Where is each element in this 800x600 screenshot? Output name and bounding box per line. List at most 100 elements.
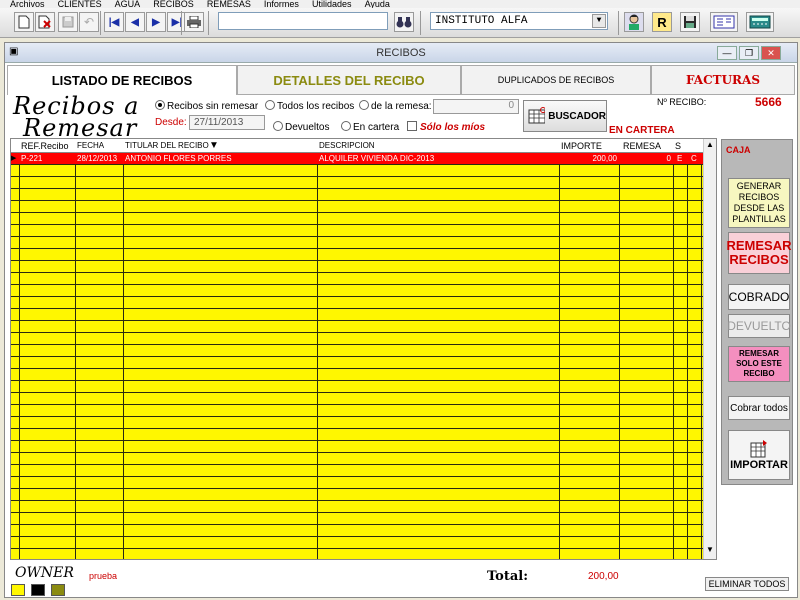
window-titlebar: ▣ RECIBOS — ❐ ✕ [5, 43, 797, 63]
recibos-grid: REF.Recibo FECHA TITULAR DEL RECIBO ▼ DE… [10, 138, 717, 560]
grid-rows[interactable] [11, 153, 703, 559]
importar-button[interactable]: IMPORTAR [728, 430, 790, 480]
grid-header: REF.Recibo FECHA TITULAR DEL RECIBO ▼ DE… [11, 139, 703, 153]
binoculars-icon[interactable] [394, 12, 414, 32]
cell-e[interactable]: E [677, 154, 682, 163]
tab-detalles-recibo[interactable]: DETALLES DEL RECIBO [237, 65, 461, 95]
print-icon[interactable] [184, 12, 204, 32]
radio-icon-checked[interactable] [155, 100, 165, 110]
color-swatch-olive[interactable] [51, 584, 65, 596]
radio-icon[interactable] [359, 100, 369, 110]
remesar-recibos-button[interactable]: REMESAR RECIBOS [727, 232, 792, 274]
new-document-icon[interactable] [14, 12, 34, 32]
total-value: 200,00 [588, 571, 619, 582]
next-record-icon[interactable]: ▶ [146, 12, 166, 32]
col-fecha[interactable]: FECHA [77, 141, 104, 150]
col-titular[interactable]: TITULAR DEL RECIBO [125, 141, 209, 150]
generar-recibos-button[interactable]: GENERAR RECIBOS DESDE LAS PLANTILLAS [728, 178, 790, 228]
remesar-solo-este-button[interactable]: REMESAR SOLO ESTE RECIBO [728, 346, 790, 382]
menu-informes[interactable]: Informes [264, 0, 299, 8]
total-label: Total: [487, 569, 529, 584]
radio-todos[interactable]: Todos los recibos [265, 100, 354, 112]
radio-icon[interactable] [273, 121, 283, 131]
radio-devueltos-label: Devueltos [285, 122, 330, 133]
tab-duplicados[interactable]: DUPLICADOS DE RECIBOS [461, 65, 651, 95]
cobrar-todos-button[interactable]: Cobrar todos [728, 396, 790, 420]
save-disk-icon[interactable] [680, 12, 700, 32]
menu-utilidades[interactable]: Utilidades [312, 0, 352, 8]
status-en-cartera: EN CARTERA [609, 125, 675, 136]
cobrado-button[interactable]: COBRADO [728, 284, 790, 310]
recibo-number-label: Nº RECIBO: [657, 97, 707, 107]
delete-document-icon[interactable] [35, 12, 55, 32]
chevron-down-icon[interactable]: ▼ [592, 14, 606, 28]
col-remesa[interactable]: REMESA [623, 141, 661, 151]
radio-de-la-remesa-label: de la remesa: [371, 101, 432, 112]
cell-importe[interactable]: 200,00 [561, 154, 617, 163]
radio-devueltos[interactable]: Devueltos [273, 121, 329, 133]
cell-remesa[interactable]: 0 [621, 154, 671, 163]
radio-de-la-remesa[interactable]: de la remesa: [359, 100, 432, 112]
remesa-number-field[interactable]: 0 [433, 99, 519, 114]
row-pointer-icon: ▶ [11, 155, 17, 162]
recibo-number-value: 5666 [755, 95, 782, 109]
scroll-down-icon[interactable]: ▼ [706, 545, 714, 554]
color-swatch-black[interactable] [31, 584, 45, 596]
cell-c[interactable]: C [691, 154, 697, 163]
eliminar-todos-button[interactable]: ELIMINAR TODOS [705, 577, 789, 591]
company-select[interactable]: INSTITUTO ALFA ▼ [430, 12, 608, 30]
previous-record-icon[interactable]: ◀ [125, 12, 145, 32]
undo-icon[interactable]: ↶ [79, 12, 99, 32]
menu-recibos[interactable]: RECIBOS [153, 0, 194, 8]
save-icon[interactable] [58, 12, 78, 32]
import-icon [750, 440, 767, 458]
checkbox-icon[interactable] [407, 121, 417, 131]
minimize-icon[interactable]: — [717, 46, 737, 60]
scroll-up-icon[interactable]: ▲ [706, 140, 714, 149]
radio-sin-remesar-label: Recibos sin remesar [167, 101, 259, 112]
sort-desc-icon[interactable]: ▼ [209, 140, 219, 151]
caja-label: CAJA [726, 145, 751, 155]
col-ref[interactable]: REF.Recibo [21, 141, 69, 151]
owner-label: OWNER [15, 565, 74, 581]
col-descripcion[interactable]: DESCRIPCION [319, 141, 375, 150]
menu-remesas[interactable]: REMESAS [207, 0, 251, 8]
table-search-icon [528, 107, 546, 124]
cell-descripcion[interactable]: ALQUILER VIVIENDA DIC-2013 [319, 154, 434, 163]
user-avatar-icon[interactable] [624, 12, 644, 32]
close-icon[interactable]: ✕ [761, 46, 781, 60]
table-row[interactable]: ▶ P-221 28/12/2013 ANTONIO FLORES PORRES… [11, 153, 703, 164]
calculator-icon[interactable] [746, 12, 774, 32]
radio-icon[interactable] [265, 100, 275, 110]
first-record-icon[interactable]: |◀ [104, 12, 124, 32]
col-s[interactable]: S [675, 141, 681, 151]
radio-icon[interactable] [341, 121, 351, 131]
grid-scrollbar[interactable]: ▲ ▼ [703, 139, 716, 559]
buscador-label: BUSCADOR [548, 110, 606, 122]
toolbar-search-input[interactable] [218, 12, 388, 30]
window-title: RECIBOS [376, 47, 426, 59]
company-select-value: INSTITUTO ALFA [435, 15, 528, 27]
menu-ayuda[interactable]: Ayuda [365, 0, 390, 8]
side-panel: CAJA GENERAR RECIBOS DESDE LAS PLANTILLA… [721, 139, 793, 485]
color-swatch-yellow[interactable] [11, 584, 25, 596]
menu-agua[interactable]: AGUA [115, 0, 141, 8]
desde-date-field[interactable]: 27/11/2013 [189, 115, 265, 130]
tab-listado-recibos[interactable]: LISTADO DE RECIBOS [7, 65, 237, 95]
menu-clientes[interactable]: CLIENTES [58, 0, 102, 8]
restore-icon[interactable]: ❐ [739, 46, 759, 60]
document-list-icon[interactable] [710, 12, 738, 32]
menu-archivos[interactable]: Archivos [10, 0, 45, 8]
buscador-button[interactable]: BUSCADOR [523, 100, 607, 132]
cell-ref[interactable]: P-221 [21, 154, 42, 163]
radio-sin-remesar[interactable]: Recibos sin remesar [155, 100, 258, 112]
page-logo: Recibos a Remesar [13, 94, 139, 140]
devuelto-button[interactable]: DEVUELTO [727, 314, 791, 338]
solo-mios-checkbox[interactable]: Sólo los míos [407, 121, 485, 133]
tab-facturas[interactable]: FACTURAS [651, 65, 795, 95]
cell-titular[interactable]: ANTONIO FLORES PORRES [125, 154, 232, 163]
r-icon[interactable]: R [652, 12, 672, 32]
cell-fecha[interactable]: 28/12/2013 [77, 154, 117, 163]
radio-en-cartera[interactable]: En cartera [341, 121, 399, 133]
col-importe[interactable]: IMPORTE [561, 141, 602, 151]
